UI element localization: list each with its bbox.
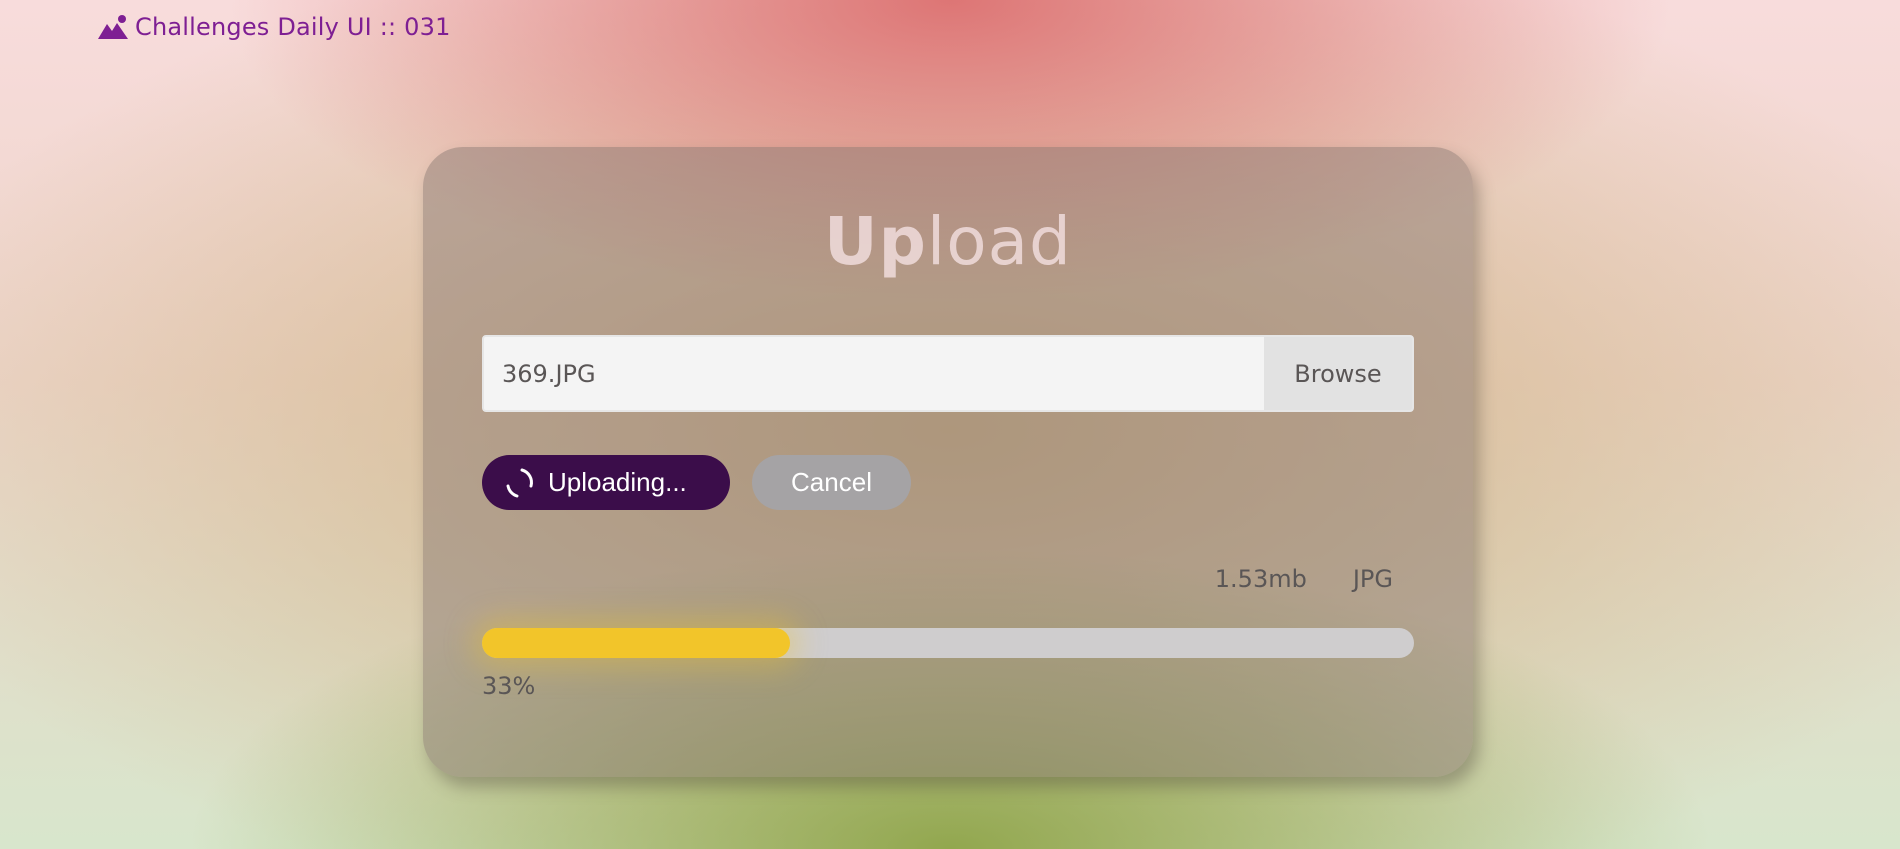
progress-percent: 33% [482, 672, 536, 700]
file-name-input[interactable] [484, 337, 1264, 410]
image-mountain-icon [97, 13, 129, 41]
title-light-part: load [926, 203, 1072, 280]
browse-button[interactable]: Browse [1264, 337, 1412, 410]
file-meta: 1.53mb JPG [1215, 565, 1393, 593]
upload-button-label: Uploading... [548, 467, 687, 497]
file-type: JPG [1352, 565, 1393, 593]
action-buttons: Uploading... Cancel [482, 455, 911, 510]
title-bold-part: Up [824, 203, 927, 280]
spinner-icon [502, 466, 536, 500]
file-size: 1.53mb [1214, 565, 1307, 593]
brand-link[interactable]: Challenges Daily UI :: 031 [97, 10, 451, 44]
file-picker: Browse [482, 335, 1414, 412]
progress-bar [482, 628, 1414, 658]
brand-label: Challenges Daily UI :: 031 [135, 13, 451, 41]
cancel-button[interactable]: Cancel [752, 455, 911, 510]
upload-card: Upload Browse Uploading... Cancel 1.53mb… [423, 147, 1473, 777]
progress-fill [482, 628, 790, 658]
upload-button[interactable]: Uploading... [482, 455, 730, 510]
page-title: Upload [423, 209, 1473, 275]
